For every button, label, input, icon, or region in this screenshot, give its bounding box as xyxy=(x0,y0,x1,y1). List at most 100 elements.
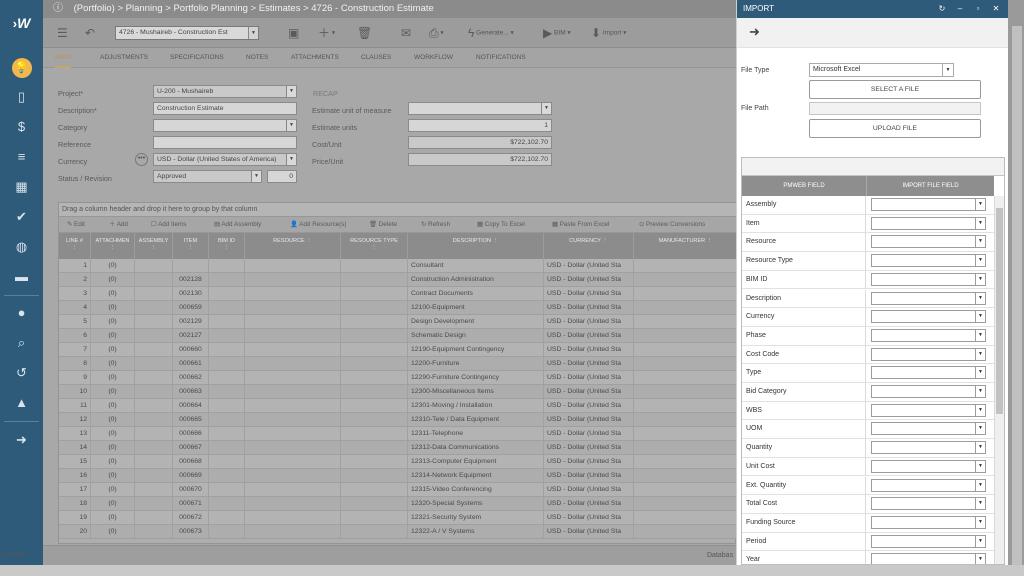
col-line[interactable]: LINE # ⋮ xyxy=(59,233,91,259)
import-field-select[interactable]: ▼ xyxy=(871,553,986,564)
grid-copy-excel-button[interactable]: ▦ Copy To Excel xyxy=(477,217,525,233)
grid-add-items-button[interactable]: ☐ Add Items xyxy=(151,217,186,233)
file-type-select[interactable]: Microsoft Excel ▼ xyxy=(809,63,954,77)
import-field-select[interactable]: ▼ xyxy=(871,459,986,473)
grid-add-resources-button[interactable]: 👤 Add Resource(s) xyxy=(290,217,347,233)
col-attachments[interactable]: ATTACHMEN ⋮ xyxy=(91,233,135,259)
list-icon[interactable]: ☰ xyxy=(57,24,68,42)
tab-adjustments[interactable]: ADJUSTMENTS xyxy=(100,48,148,68)
search-icon[interactable]: ⌕ xyxy=(0,328,43,358)
tab-specifications[interactable]: SPECIFICATIONS xyxy=(170,48,224,68)
mapping-scrollbar[interactable] xyxy=(994,196,1004,564)
table-row[interactable]: 10 (0) 000663 12300-Miscellaneous Items USD … xyxy=(59,385,737,399)
table-row[interactable]: 9 (0) 000662 12290-Furniture Contingency USD… xyxy=(59,371,737,385)
col-resource[interactable]: RESOURCE ⋮ xyxy=(245,233,341,259)
import-field-select[interactable]: ▼ xyxy=(871,310,986,324)
tab-notifications[interactable]: NOTIFICATIONS xyxy=(476,48,526,68)
col-item[interactable]: ITEM ⋮ xyxy=(173,233,209,259)
table-row[interactable]: 8 (0) 000661 12200-Furniture USD - Dollar (U… xyxy=(59,357,737,371)
col-assembly[interactable]: ASSEMBLY ⋮ xyxy=(135,233,173,259)
save-icon[interactable]: ▣ xyxy=(288,24,299,42)
import-field-select[interactable]: ▼ xyxy=(871,478,986,492)
refresh-icon[interactable]: ↻ xyxy=(935,0,949,18)
import-field-select[interactable]: ▼ xyxy=(871,385,986,398)
app-logo[interactable]: ›W xyxy=(0,8,43,38)
table-row[interactable]: 7 (0) 000660 12190-Equipment Contingency USD… xyxy=(59,343,737,357)
bim-button[interactable]: ▶ BIM ▾ xyxy=(543,24,571,42)
generate-button[interactable]: ϟ Generate... ▾ xyxy=(468,24,514,42)
grid-delete-button[interactable]: 🗑 Delete xyxy=(369,217,397,233)
grid-paste-excel-button[interactable]: ▦ Paste From Excel xyxy=(552,217,609,233)
document-icon[interactable]: ▯ xyxy=(0,82,43,112)
table-row[interactable]: 4 (0) 000659 12100-Equipment USD - Dollar (U… xyxy=(59,301,737,315)
building-icon[interactable]: ▦ xyxy=(0,172,43,202)
import-field-select[interactable]: ▼ xyxy=(871,441,986,455)
grid-add-button[interactable]: ＋ Add xyxy=(109,217,128,233)
breadcrumb[interactable]: (Portfolio) > Planning > Portfolio Plann… xyxy=(74,3,434,14)
col-description[interactable]: DESCRIPTION ⋮ xyxy=(408,233,544,259)
import-field-select[interactable]: ▼ xyxy=(871,216,986,230)
import-field-select[interactable]: ▼ xyxy=(871,497,986,511)
dollar-icon[interactable]: $ xyxy=(0,112,43,142)
checkmark-icon[interactable]: ✔ xyxy=(0,202,43,232)
scroll-thumb[interactable] xyxy=(996,208,1003,414)
table-row[interactable]: 3 (0) 002130 Contract Documents USD - Dollar… xyxy=(59,287,737,301)
import-field-select[interactable]: ▼ xyxy=(871,328,986,342)
history-icon[interactable]: ↺ xyxy=(0,358,43,388)
col-manufacturer[interactable]: MANUFACTURER ⋮ xyxy=(634,233,737,259)
import-field-select[interactable]: ▼ xyxy=(871,422,986,436)
import-field-select[interactable]: ▼ xyxy=(871,403,986,417)
table-row[interactable]: 15 (0) 000668 12313-Computer Equipment USD -… xyxy=(59,455,737,469)
tab-workflow[interactable]: WORKFLOW xyxy=(414,48,453,68)
unit-measure-field[interactable]: ▼ xyxy=(408,102,552,115)
schedule-bars-icon[interactable]: ≡ xyxy=(0,142,43,172)
trash-icon[interactable]: 🗑 xyxy=(357,24,372,42)
tab-clauses[interactable]: CLAUSES xyxy=(361,48,391,68)
import-button[interactable]: ⬇ Import ▾ xyxy=(591,24,626,42)
table-row[interactable]: 11 (0) 000664 12301-Moving / Installation US… xyxy=(59,399,737,413)
import-field-select[interactable]: ▼ xyxy=(871,291,986,305)
grid-refresh-button[interactable]: ↻ Refresh xyxy=(421,217,450,233)
import-field-select[interactable]: ▼ xyxy=(871,366,986,380)
table-row[interactable]: 17 (0) 000670 12315-Video Conferencing USD -… xyxy=(59,483,737,497)
table-row[interactable]: 5 (0) 002129 Design Development USD - Dollar… xyxy=(59,315,737,329)
briefcase-icon[interactable]: ▬ xyxy=(0,262,43,292)
import-field-select[interactable]: ▼ xyxy=(871,235,986,249)
grid-add-assembly-button[interactable]: ▤ Add Assembly xyxy=(214,217,261,233)
arrow-right-icon[interactable]: ➜ xyxy=(749,24,760,40)
select-file-button[interactable]: SELECT A FILE xyxy=(809,80,981,99)
user-avatar-icon[interactable]: ● xyxy=(0,298,43,328)
email-icon[interactable]: ✉ xyxy=(401,24,411,42)
more-options-icon[interactable]: ••• xyxy=(135,153,148,166)
reference-field[interactable] xyxy=(153,136,297,149)
file-path-input[interactable] xyxy=(809,102,981,115)
status-field[interactable]: Approved ▼ xyxy=(153,170,262,183)
table-row[interactable]: 12 (0) 000665 12310-Tele / Data Equipment US… xyxy=(59,413,737,427)
description-field[interactable]: Construction Estimate xyxy=(153,102,297,115)
import-field-select[interactable]: ▼ xyxy=(871,272,986,286)
upload-file-button[interactable]: UPLOAD FILE xyxy=(809,119,981,138)
table-row[interactable]: 6 (0) 002127 Schematic Design USD - Dollar (… xyxy=(59,329,737,343)
globe-icon[interactable]: ◍ xyxy=(0,232,43,262)
import-field-select[interactable]: ▼ xyxy=(871,198,986,211)
table-row[interactable]: 16 (0) 000669 12314-Network Equipment USD - … xyxy=(59,469,737,483)
ideas-bulb-icon[interactable]: 💡 xyxy=(0,52,43,82)
tab-attachments[interactable]: ATTACHMENTS xyxy=(291,48,339,68)
table-row[interactable]: 13 (0) 000666 12311-Telephone USD - Dollar (… xyxy=(59,427,737,441)
import-field-select[interactable]: ▼ xyxy=(871,347,986,361)
category-field[interactable]: ▼ xyxy=(153,119,297,132)
revision-field[interactable]: 0 xyxy=(267,170,297,183)
maximize-icon[interactable]: ▫ xyxy=(971,0,985,18)
graduation-cap-icon[interactable]: ▲ xyxy=(0,388,43,418)
grid-edit-button[interactable]: ✎ Edit xyxy=(67,217,85,233)
table-row[interactable]: 19 (0) 000672 12321-Security System USD - Do… xyxy=(59,511,737,525)
undo-icon[interactable]: ↶ xyxy=(85,24,95,42)
tab-main[interactable]: MAIN xyxy=(55,48,72,68)
import-field-select[interactable]: ▼ xyxy=(871,254,986,268)
table-row[interactable]: 1 (0) Consultant USD - Dollar (United Sta xyxy=(59,259,737,273)
import-field-select[interactable]: ▼ xyxy=(871,515,986,529)
grid-preview-conversions-button[interactable]: ⊙ Preview Conversions xyxy=(639,217,705,233)
tab-notes[interactable]: NOTES xyxy=(246,48,268,68)
close-icon[interactable]: ✕ xyxy=(989,0,1003,18)
table-row[interactable]: 20 (0) 000673 12322-A / V Systems USD - Doll… xyxy=(59,525,737,539)
